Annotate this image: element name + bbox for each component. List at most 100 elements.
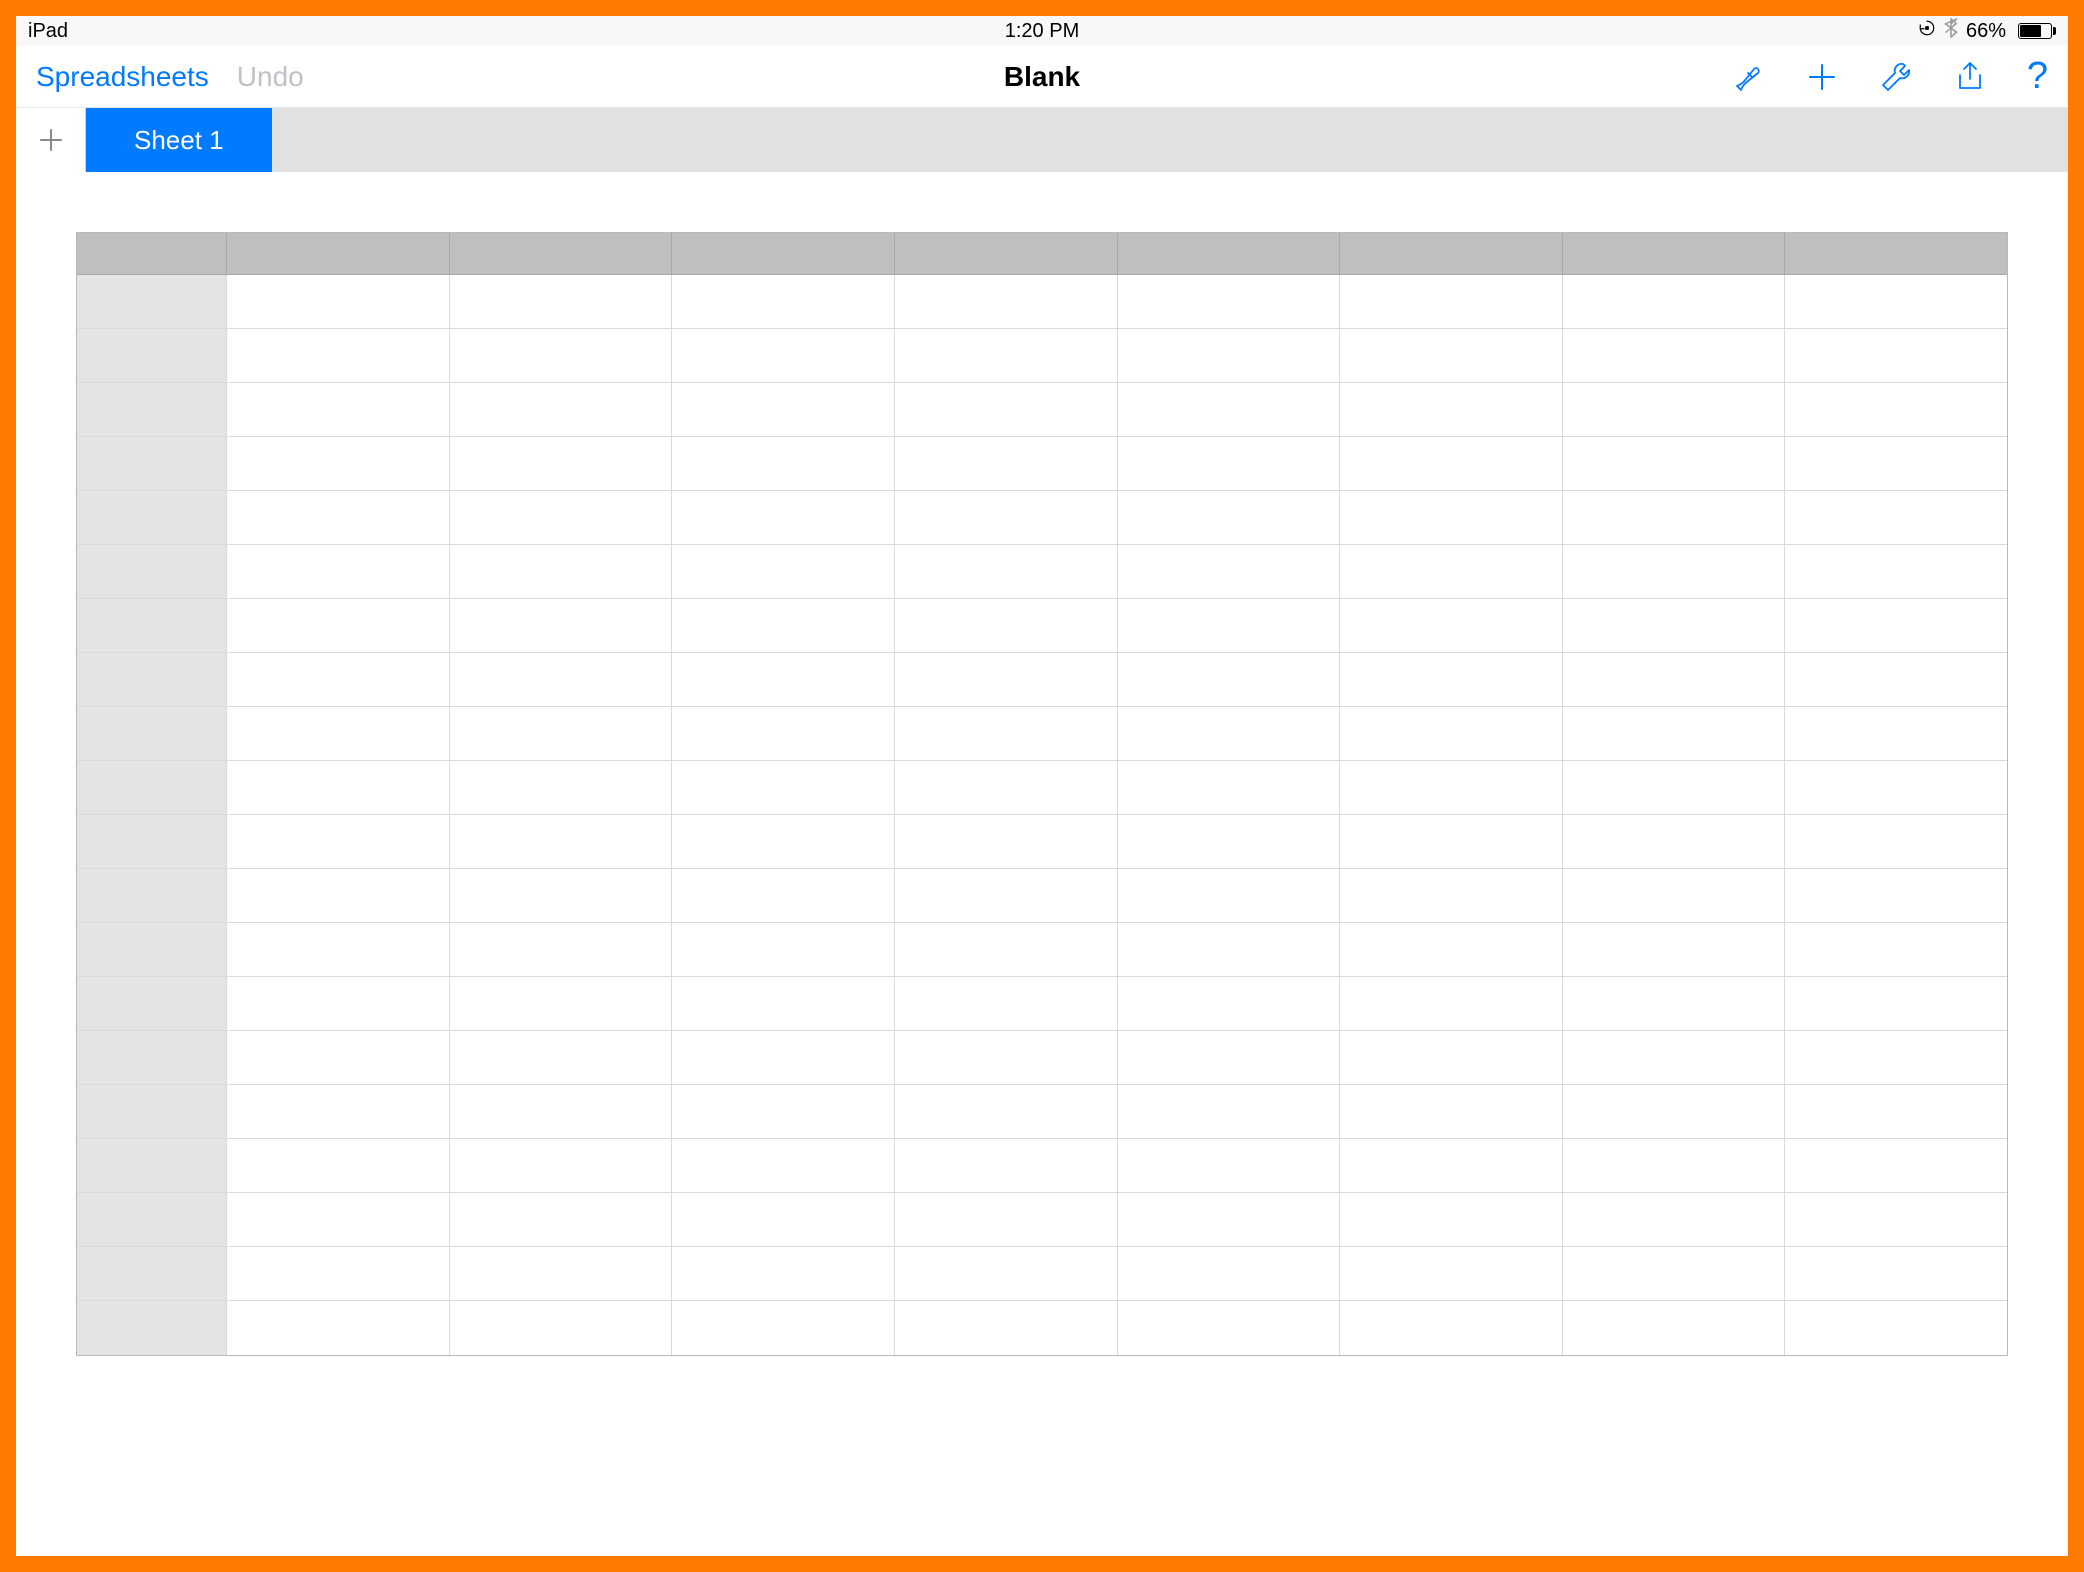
row-header[interactable] bbox=[77, 869, 227, 923]
cell[interactable] bbox=[1563, 761, 1786, 815]
cell[interactable] bbox=[672, 383, 895, 437]
cell[interactable] bbox=[672, 869, 895, 923]
cell[interactable] bbox=[1340, 275, 1563, 329]
cell[interactable] bbox=[895, 707, 1118, 761]
cell[interactable] bbox=[1563, 1139, 1786, 1193]
row-header[interactable] bbox=[77, 707, 227, 761]
cell[interactable] bbox=[1118, 1247, 1341, 1301]
sheet-tab-active[interactable]: Sheet 1 bbox=[86, 108, 272, 172]
cell[interactable] bbox=[227, 869, 450, 923]
cell[interactable] bbox=[1118, 545, 1341, 599]
cell[interactable] bbox=[1563, 491, 1786, 545]
cell[interactable] bbox=[450, 1247, 673, 1301]
cell[interactable] bbox=[1563, 1301, 1786, 1355]
row-header[interactable] bbox=[77, 1031, 227, 1085]
cell[interactable] bbox=[450, 1193, 673, 1247]
cell[interactable] bbox=[227, 653, 450, 707]
cell[interactable] bbox=[1118, 707, 1341, 761]
cell[interactable] bbox=[1340, 1193, 1563, 1247]
column-header[interactable] bbox=[1563, 233, 1786, 275]
row-header[interactable] bbox=[77, 1247, 227, 1301]
cell[interactable] bbox=[227, 707, 450, 761]
table-corner[interactable] bbox=[77, 233, 227, 275]
cell[interactable] bbox=[1563, 815, 1786, 869]
cell[interactable] bbox=[895, 545, 1118, 599]
cell[interactable] bbox=[227, 1139, 450, 1193]
cell[interactable] bbox=[450, 383, 673, 437]
cell[interactable] bbox=[672, 923, 895, 977]
cell[interactable] bbox=[227, 599, 450, 653]
cell[interactable] bbox=[1563, 329, 1786, 383]
cell[interactable] bbox=[1340, 1301, 1563, 1355]
cell[interactable] bbox=[1340, 329, 1563, 383]
cell[interactable] bbox=[450, 275, 673, 329]
cell[interactable] bbox=[450, 707, 673, 761]
cell[interactable] bbox=[1563, 437, 1786, 491]
format-paintbrush-icon[interactable] bbox=[1731, 60, 1765, 94]
row-header[interactable] bbox=[77, 275, 227, 329]
cell[interactable] bbox=[1118, 761, 1341, 815]
row-header[interactable] bbox=[77, 437, 227, 491]
cell[interactable] bbox=[1785, 1301, 2007, 1355]
cell[interactable] bbox=[227, 275, 450, 329]
row-header[interactable] bbox=[77, 599, 227, 653]
cell[interactable] bbox=[450, 923, 673, 977]
column-header[interactable] bbox=[1785, 233, 2007, 275]
cell[interactable] bbox=[1118, 329, 1341, 383]
cell[interactable] bbox=[1785, 869, 2007, 923]
cell[interactable] bbox=[450, 761, 673, 815]
document-title[interactable]: Blank bbox=[1004, 61, 1080, 92]
cell[interactable] bbox=[672, 491, 895, 545]
cell[interactable] bbox=[1340, 1139, 1563, 1193]
cell[interactable] bbox=[895, 923, 1118, 977]
cell[interactable] bbox=[1785, 1031, 2007, 1085]
cell[interactable] bbox=[1785, 761, 2007, 815]
cell[interactable] bbox=[227, 1247, 450, 1301]
cell[interactable] bbox=[672, 815, 895, 869]
cell[interactable] bbox=[1563, 977, 1786, 1031]
cell[interactable] bbox=[1118, 437, 1341, 491]
cell[interactable] bbox=[1563, 599, 1786, 653]
cell[interactable] bbox=[895, 383, 1118, 437]
row-header[interactable] bbox=[77, 653, 227, 707]
cell[interactable] bbox=[895, 275, 1118, 329]
cell[interactable] bbox=[672, 1139, 895, 1193]
cell[interactable] bbox=[672, 329, 895, 383]
cell[interactable] bbox=[1118, 1031, 1341, 1085]
cell[interactable] bbox=[1340, 653, 1563, 707]
cell[interactable] bbox=[1118, 653, 1341, 707]
cell[interactable] bbox=[450, 545, 673, 599]
cell[interactable] bbox=[1118, 1301, 1341, 1355]
back-to-spreadsheets-button[interactable]: Spreadsheets bbox=[36, 61, 209, 93]
cell[interactable] bbox=[450, 491, 673, 545]
tools-wrench-icon[interactable] bbox=[1879, 60, 1913, 94]
cell[interactable] bbox=[895, 761, 1118, 815]
add-sheet-button[interactable] bbox=[16, 108, 86, 172]
cell[interactable] bbox=[450, 815, 673, 869]
cell[interactable] bbox=[450, 599, 673, 653]
cell[interactable] bbox=[1118, 923, 1341, 977]
cell[interactable] bbox=[1563, 383, 1786, 437]
column-header[interactable] bbox=[895, 233, 1118, 275]
cell[interactable] bbox=[1785, 599, 2007, 653]
help-button[interactable]: ? bbox=[2027, 55, 2048, 98]
cell[interactable] bbox=[1563, 1085, 1786, 1139]
cell[interactable] bbox=[672, 761, 895, 815]
cell[interactable] bbox=[450, 977, 673, 1031]
row-header[interactable] bbox=[77, 329, 227, 383]
row-header[interactable] bbox=[77, 977, 227, 1031]
cell[interactable] bbox=[895, 815, 1118, 869]
cell[interactable] bbox=[1785, 653, 2007, 707]
cell[interactable] bbox=[1785, 977, 2007, 1031]
cell[interactable] bbox=[227, 1301, 450, 1355]
cell[interactable] bbox=[1563, 1247, 1786, 1301]
cell[interactable] bbox=[450, 653, 673, 707]
cell[interactable] bbox=[1118, 599, 1341, 653]
row-header[interactable] bbox=[77, 1085, 227, 1139]
cell[interactable] bbox=[227, 1085, 450, 1139]
cell[interactable] bbox=[450, 1139, 673, 1193]
cell[interactable] bbox=[450, 869, 673, 923]
cell[interactable] bbox=[1563, 869, 1786, 923]
row-header[interactable] bbox=[77, 1301, 227, 1355]
cell[interactable] bbox=[895, 1031, 1118, 1085]
